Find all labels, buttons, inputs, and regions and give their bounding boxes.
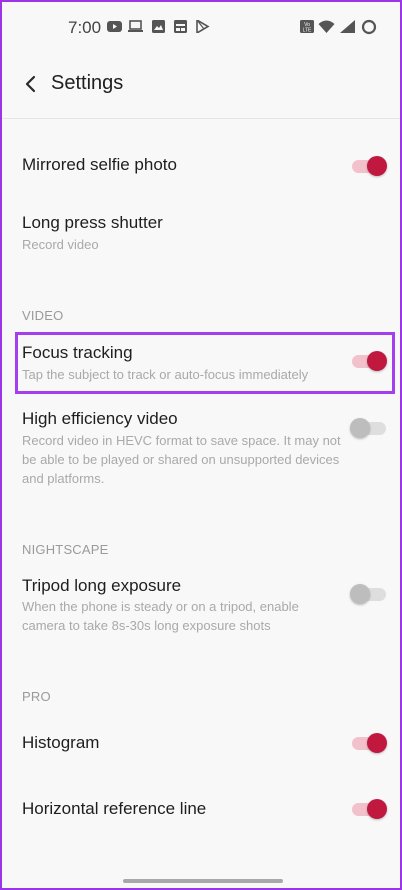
status-bar: 7:00 Vo LTE — [2, 2, 400, 54]
volte-icon: VoLTE — [300, 20, 314, 33]
section-header-nightscape: NIGHTSCAPE — [22, 542, 109, 557]
setting-horizontal-reference-line[interactable]: Horizontal reference line — [2, 786, 400, 832]
status-time: 7:00 — [68, 18, 102, 37]
setting-subtitle: Record video — [22, 237, 99, 252]
setting-high-efficiency-video[interactable]: High efficiency video Record video in HE… — [2, 400, 400, 496]
setting-title: Mirrored selfie photo — [22, 155, 177, 174]
highlight-box — [15, 332, 395, 394]
setting-subtitle: When the phone is steady or on a tripod,… — [22, 599, 299, 633]
calendar-icon — [174, 20, 187, 33]
tripod-long-exposure-toggle[interactable] — [350, 583, 388, 605]
setting-tripod-long-exposure[interactable]: Tripod long exposure When the phone is s… — [2, 568, 400, 638]
setting-title: High efficiency video — [22, 409, 178, 428]
section-header-pro: PRO — [22, 689, 51, 704]
page-title: Settings — [51, 72, 124, 94]
signal-icon — [340, 20, 355, 33]
horizontal-reference-line-toggle[interactable] — [350, 798, 388, 820]
laptop-icon — [128, 20, 143, 32]
screen: 7:00 Vo LTE Settings Mirrored selfie phot… — [0, 0, 402, 890]
header-divider — [2, 118, 400, 119]
play-store-icon — [196, 20, 210, 33]
setting-subtitle: Record video in HEVC format to save spac… — [22, 433, 341, 486]
home-indicator[interactable] — [123, 879, 283, 883]
setting-histogram[interactable]: Histogram — [2, 720, 400, 766]
svg-text:LTE: LTE — [303, 28, 312, 34]
setting-title: Long press shutter — [22, 213, 163, 232]
setting-long-press-shutter[interactable]: Long press shutter Record video — [2, 202, 400, 262]
section-header-video: VIDEO — [22, 308, 64, 323]
wifi-icon — [318, 20, 335, 33]
mirrored-selfie-toggle[interactable] — [350, 155, 388, 177]
histogram-toggle[interactable] — [350, 732, 388, 754]
setting-mirrored-selfie[interactable]: Mirrored selfie photo — [2, 142, 400, 190]
chevron-left-icon[interactable] — [20, 72, 44, 96]
image-icon — [152, 20, 165, 33]
high-efficiency-video-toggle[interactable] — [350, 417, 388, 439]
setting-title: Horizontal reference line — [22, 799, 207, 818]
youtube-icon — [107, 21, 122, 32]
setting-title: Histogram — [22, 733, 100, 752]
battery-icon — [361, 19, 377, 35]
setting-title: Tripod long exposure — [22, 576, 182, 595]
